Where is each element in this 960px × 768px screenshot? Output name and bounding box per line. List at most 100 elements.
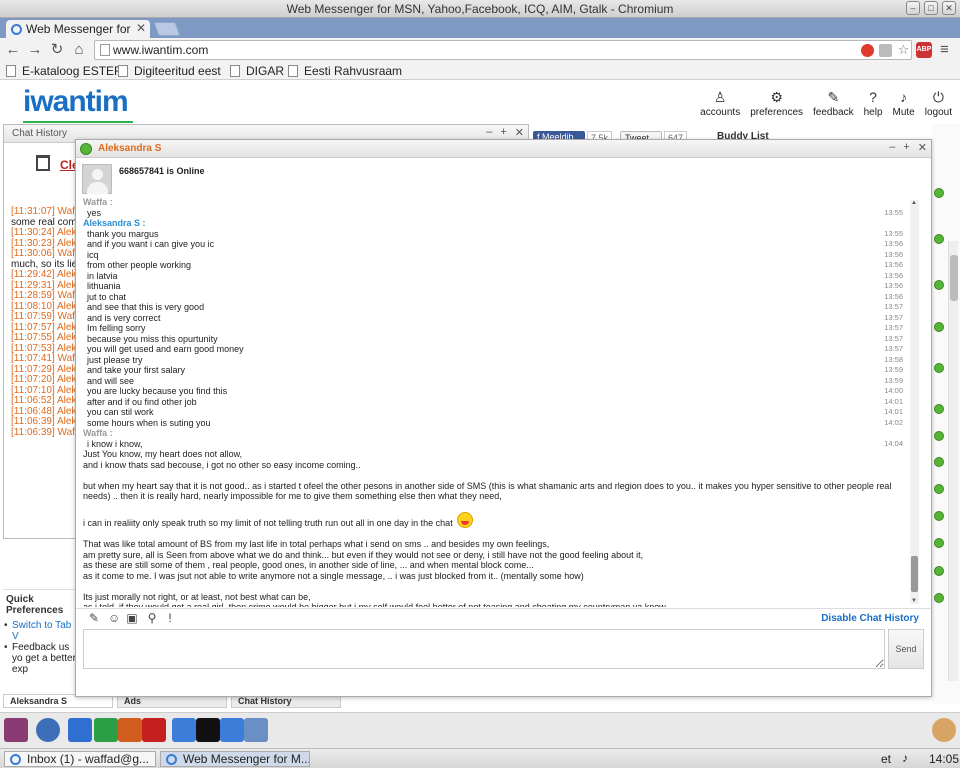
- close-tab-icon[interactable]: ✕: [136, 21, 146, 35]
- home-icon[interactable]: ⌂: [70, 41, 88, 59]
- maximize-icon[interactable]: +: [500, 126, 506, 139]
- nav-logout[interactable]: ⏻ logout: [925, 89, 952, 118]
- minimize-icon[interactable]: –: [889, 141, 895, 154]
- id-crypto-icon[interactable]: [196, 718, 220, 742]
- message-time: 13:59: [884, 365, 903, 374]
- message-sender: Aleksandra S :: [83, 218, 146, 228]
- volume-icon[interactable]: ♪: [902, 751, 908, 765]
- translate-icon[interactable]: [879, 44, 892, 57]
- history-line: [11:07:20] Aleks: [11, 374, 82, 385]
- buddy-status-icon[interactable]: [934, 188, 944, 198]
- buddy-status-icon[interactable]: [934, 484, 944, 494]
- impress-icon[interactable]: [118, 718, 142, 742]
- browser-tab[interactable]: Web Messenger for ✕: [6, 20, 150, 38]
- buddy-status-icon[interactable]: [934, 280, 944, 290]
- buddy-list-scrollbar[interactable]: [948, 241, 958, 681]
- nudge-icon[interactable]: ▣: [126, 612, 138, 624]
- buddy-status-icon[interactable]: [934, 593, 944, 603]
- task-inbox[interactable]: Inbox (1) - waffad@g...: [4, 751, 156, 767]
- buddy-status-icon[interactable]: [934, 457, 944, 467]
- close-icon[interactable]: ✕: [515, 126, 524, 139]
- history-line: [11:07:55] Aleks: [11, 332, 82, 343]
- message-text: Im felling sorry: [87, 323, 146, 333]
- maximize-icon[interactable]: +: [903, 141, 909, 154]
- scroll-thumb[interactable]: [950, 255, 958, 301]
- nav-help[interactable]: ? help: [864, 89, 883, 118]
- buddy-status-icon[interactable]: [934, 511, 944, 521]
- minimize-window-button[interactable]: –: [906, 1, 920, 15]
- message-time: 13:56: [884, 260, 903, 269]
- writer-icon[interactable]: [68, 718, 92, 742]
- switch-to-tab-link[interactable]: Switch to Tab V: [3, 620, 79, 642]
- scroll-up-icon[interactable]: ▲: [911, 200, 917, 206]
- close-icon[interactable]: ✕: [918, 141, 927, 154]
- new-tab-button[interactable]: [153, 22, 181, 36]
- nav-preferences[interactable]: ⚙ preferences: [750, 89, 803, 118]
- power-icon: ⏻: [932, 89, 944, 105]
- trash-icon[interactable]: [36, 155, 50, 171]
- buddy-status-icon[interactable]: [934, 566, 944, 576]
- buddy-status-icon[interactable]: [934, 322, 944, 332]
- site-logo[interactable]: iwantim: [23, 85, 129, 119]
- browser-icon[interactable]: [36, 718, 60, 742]
- online-status-text: 668657841 is Online: [119, 166, 205, 176]
- top-navigation: ♙ accounts ⚙ preferences ✎ feedback ? help ♪…: [700, 89, 952, 118]
- restore-window-button[interactable]: □: [924, 1, 938, 15]
- buddy-status-icon[interactable]: [934, 538, 944, 548]
- attach-icon[interactable]: ⚲: [146, 612, 158, 624]
- alert-icon[interactable]: !: [164, 612, 176, 624]
- forward-arrow-icon[interactable]: →: [26, 41, 44, 59]
- pencil-icon[interactable]: ✎: [88, 612, 100, 624]
- message-scrollbar[interactable]: ▲ ▼: [910, 200, 919, 604]
- scroll-thumb[interactable]: [911, 556, 918, 592]
- user-icon[interactable]: [932, 718, 956, 742]
- extension-red-icon[interactable]: [861, 44, 874, 57]
- smiley-icon[interactable]: ☺: [108, 612, 120, 624]
- bookmark-item[interactable]: Eesti Rahvusraam: [288, 64, 402, 78]
- calculator-icon[interactable]: [244, 718, 268, 742]
- scroll-down-icon[interactable]: ▼: [911, 598, 917, 604]
- message-text: some hours when is suting you: [87, 417, 211, 428]
- adblock-icon[interactable]: ABP: [916, 42, 932, 58]
- nav-mute[interactable]: ♪ Mute: [893, 89, 915, 118]
- message-text: you will get used and earn good money: [87, 344, 244, 354]
- disable-chat-history-link[interactable]: Disable Chat History: [821, 613, 919, 624]
- pdf-icon[interactable]: [142, 718, 166, 742]
- id-digidoc-icon[interactable]: [220, 718, 244, 742]
- minimize-icon[interactable]: –: [486, 126, 492, 139]
- help-icon: ?: [869, 89, 877, 105]
- send-button[interactable]: Send: [888, 629, 924, 669]
- message-text: and is very correct: [87, 312, 161, 323]
- back-arrow-icon[interactable]: ←: [4, 41, 22, 59]
- online-status-icon: [80, 143, 92, 155]
- task-web-messenger[interactable]: Web Messenger for M...: [160, 751, 310, 767]
- id-card-icon[interactable]: [172, 718, 196, 742]
- app-icon[interactable]: [4, 718, 28, 742]
- message-input[interactable]: [83, 629, 885, 669]
- keyboard-layout[interactable]: et: [881, 752, 891, 766]
- bookmark-star-icon[interactable]: ☆: [897, 43, 910, 57]
- bookmark-item[interactable]: Digiteeritud eest: [118, 64, 221, 78]
- calc-icon[interactable]: [94, 718, 118, 742]
- chat-window-header[interactable]: Aleksandra S – + ✕: [76, 140, 931, 158]
- contact-name: Aleksandra S: [98, 143, 162, 154]
- buddy-status-icon[interactable]: [934, 363, 944, 373]
- menu-icon[interactable]: ≡: [940, 41, 949, 58]
- message-text: after and if ou find other job: [87, 396, 197, 407]
- buddy-status-icon[interactable]: [934, 234, 944, 244]
- address-bar[interactable]: www.iwantim.com ☆: [94, 40, 912, 60]
- close-window-button[interactable]: ✕: [942, 1, 956, 15]
- message-time: 13:59: [884, 375, 903, 385]
- bookmark-item[interactable]: DIGAR: [230, 64, 284, 78]
- clock[interactable]: 14:05: [929, 752, 959, 766]
- nav-accounts[interactable]: ♙ accounts: [700, 89, 740, 118]
- buddy-status-icon[interactable]: [934, 404, 944, 414]
- buddy-status-icon[interactable]: [934, 431, 944, 441]
- nav-feedback[interactable]: ✎ feedback: [813, 89, 854, 118]
- bookmark-item[interactable]: E-kataloog ESTER: [6, 64, 123, 78]
- message-text: in latvia: [87, 270, 118, 281]
- window-title: Web Messenger for MSN, Yahoo,Facebook, I…: [286, 2, 674, 16]
- reload-icon[interactable]: ↻: [48, 41, 66, 59]
